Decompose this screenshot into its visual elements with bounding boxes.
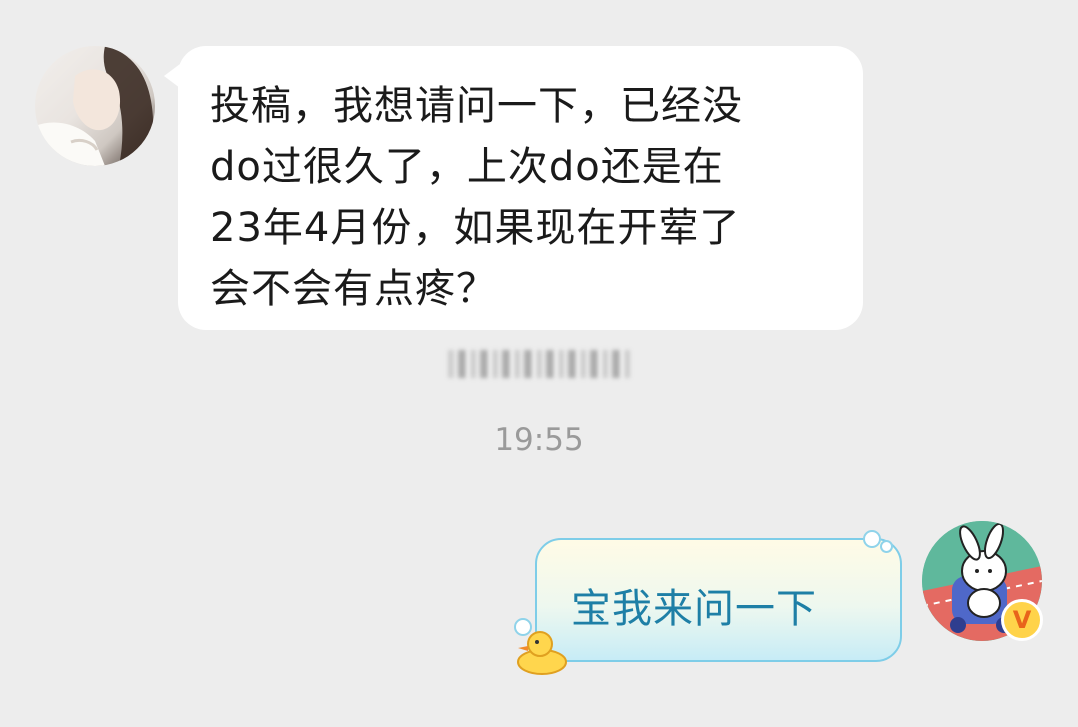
incoming-message-text: 投稿，我想请问一下，已经没 do过很久了，上次do还是在 23年4月份，如果现在… — [210, 83, 743, 312]
incoming-message-bubble[interactable]: 投稿，我想请问一下，已经没 do过很久了，上次do还是在 23年4月份，如果现在… — [164, 46, 863, 330]
message-timestamp: 19:55 — [494, 422, 584, 458]
redacted-text — [448, 350, 630, 378]
outgoing-message-text: 宝我来问一下 — [571, 586, 817, 632]
duck-sticker-icon — [517, 631, 567, 675]
bubble-decoration-dot — [863, 530, 881, 548]
user-avatar-photo-icon — [35, 46, 155, 166]
sender-avatar[interactable] — [35, 46, 155, 166]
verified-badge-icon: V — [1001, 599, 1043, 641]
outgoing-message-bubble[interactable]: 宝我来问一下 — [535, 538, 902, 662]
bubble-decoration-dot — [880, 540, 893, 553]
verified-badge-label: V — [1012, 606, 1032, 634]
bubble-tail — [164, 64, 180, 88]
